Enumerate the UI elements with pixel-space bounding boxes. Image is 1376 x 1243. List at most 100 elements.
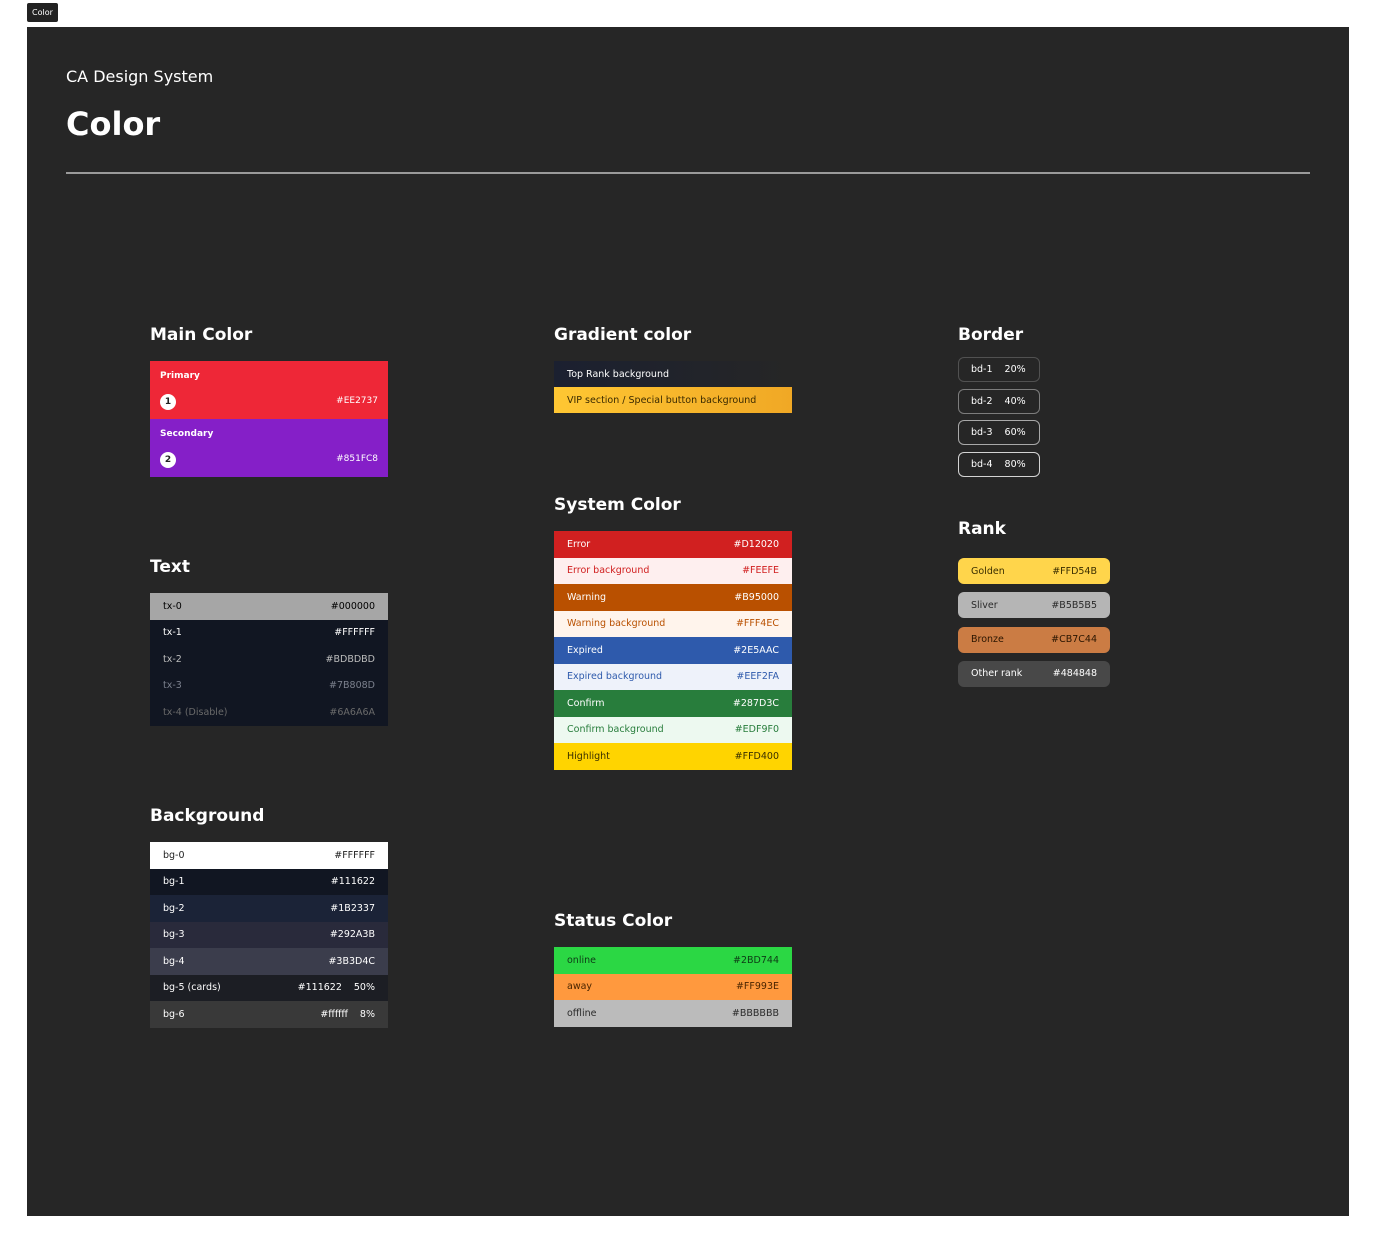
- gradient-row[interactable]: Top Rank background: [554, 361, 792, 387]
- color-name: tx-3: [163, 680, 182, 692]
- color-value: #2BD744: [733, 955, 779, 966]
- rank-swatch[interactable]: Golden #FFD54B: [958, 558, 1110, 584]
- background-color-row[interactable]: bg-4 #3B3D4C: [150, 948, 388, 975]
- frame-tag[interactable]: Color: [27, 3, 58, 22]
- background-color-row[interactable]: bg-5 (cards) #111622 50%: [150, 974, 388, 1001]
- text-color-row[interactable]: tx-4 (Disable) #6A6A6A: [150, 699, 388, 726]
- color-name: away: [567, 981, 593, 993]
- background-color-row[interactable]: bg-6 #ffffff 8%: [150, 1001, 388, 1028]
- status-color-row[interactable]: online #2BD744: [554, 947, 792, 974]
- swatch-hex: #851FC8: [336, 454, 378, 464]
- system-color-row[interactable]: Expired #2E5AAC: [554, 637, 792, 664]
- rank-swatch[interactable]: Bronze #CB7C44: [958, 626, 1110, 653]
- color-value: #BBBBBB: [732, 1008, 779, 1019]
- color-hex: #287D3C: [732, 697, 779, 709]
- status-color-row[interactable]: away #FF993E: [554, 973, 792, 1000]
- color-name: bg-6: [163, 1008, 185, 1020]
- color-hex: #ffffff: [320, 1008, 348, 1020]
- color-name: bg-2: [163, 902, 185, 914]
- system-color-row[interactable]: Warning #B95000: [554, 584, 792, 611]
- text-color-row[interactable]: tx-3 #7B808D: [150, 672, 388, 699]
- rank-swatch[interactable]: Sliver #B5B5B5: [958, 592, 1110, 619]
- color-name: Warning background: [567, 618, 666, 630]
- color-name: tx-2: [163, 653, 182, 665]
- text-color-row[interactable]: tx-0 #000000: [150, 593, 388, 620]
- background-color-row[interactable]: bg-0 #FFFFFF: [150, 842, 388, 869]
- color-hex: #EDF9F0: [734, 724, 779, 736]
- system-color-row[interactable]: Error background #FEEFE: [554, 557, 792, 584]
- border-swatch[interactable]: bd-1 20%: [958, 357, 1040, 382]
- color-hex: #3B3D4C: [328, 955, 375, 967]
- color-frame: CA Design System Color Main Color Primar…: [27, 27, 1349, 1216]
- gradient-row[interactable]: VIP section / Special button background: [554, 387, 792, 413]
- text-color-row[interactable]: tx-1 #FFFFFF: [150, 619, 388, 646]
- rank-name: Sliver: [971, 599, 998, 611]
- color-name: bg-5 (cards): [163, 982, 221, 994]
- color-name: tx-0: [163, 600, 182, 612]
- system-color-row[interactable]: Warning background #FFF4EC: [554, 610, 792, 637]
- color-hex: #FEEFE: [742, 565, 779, 577]
- border-name: bd-3: [971, 427, 993, 439]
- background-color-list: bg-0 #FFFFFF bg-1 #111622 bg-2 #1B2337 bg-3 #29…: [150, 842, 388, 1028]
- swatch-number-badge: 1: [160, 394, 176, 410]
- color-name: tx-4 (Disable): [163, 706, 228, 718]
- color-name: Error background: [567, 565, 650, 577]
- color-value: #EEF2FA: [736, 671, 779, 682]
- header-divider: [66, 172, 1310, 174]
- system-color-row[interactable]: Confirm #287D3C: [554, 690, 792, 717]
- main-color-swatch[interactable]: Secondary 2 #851FC8: [150, 419, 388, 477]
- border-swatch[interactable]: bd-4 80%: [958, 452, 1040, 478]
- rank-hex: #FFD54B: [1052, 565, 1097, 577]
- color-hex: #111622: [330, 876, 375, 888]
- rank-swatch[interactable]: Other rank #484848: [958, 660, 1110, 687]
- page-title: Color: [66, 105, 161, 143]
- color-opacity: 50%: [353, 982, 375, 994]
- system-color-row[interactable]: Error #D12020: [554, 531, 792, 558]
- rank-hex: #CB7C44: [1051, 634, 1097, 646]
- border-heading: Border: [958, 325, 1024, 345]
- swatch-label: Secondary: [160, 429, 214, 439]
- color-name: Highlight: [567, 750, 610, 762]
- color-name: offline: [567, 1007, 597, 1019]
- color-value: #FF993E: [736, 981, 779, 992]
- color-hex: #FFFFFF: [334, 627, 375, 639]
- color-hex: #D12020: [733, 538, 780, 550]
- system-color-row[interactable]: Confirm background #EDF9F0: [554, 716, 792, 743]
- text-color-row[interactable]: tx-2 #BDBDBD: [150, 646, 388, 673]
- border-name: bd-4: [971, 459, 993, 471]
- color-hex: #BDBDBD: [325, 653, 375, 665]
- color-name: Confirm background: [567, 724, 664, 736]
- color-value: #FFFFFF: [334, 627, 375, 638]
- color-name: online: [567, 954, 596, 966]
- border-swatch[interactable]: bd-3 60%: [958, 420, 1040, 446]
- color-value: #FEEFE: [742, 565, 779, 576]
- border-opacity: 60%: [1004, 427, 1026, 439]
- color-value: #FFFFFF: [334, 850, 375, 861]
- color-hex: #6A6A6A: [329, 706, 375, 718]
- rank-hex: #484848: [1052, 668, 1097, 680]
- color-hex: #FFF4EC: [735, 618, 779, 630]
- color-name: Confirm: [567, 697, 605, 709]
- status-color-row[interactable]: offline #BBBBBB: [554, 1000, 792, 1027]
- system-color-row[interactable]: Highlight #FFD400: [554, 743, 792, 770]
- color-hex: #000000: [330, 600, 375, 612]
- border-name: bd-1: [971, 364, 993, 375]
- color-hex: #B95000: [734, 591, 779, 603]
- color-value: #111622 50%: [298, 982, 375, 993]
- border-swatch[interactable]: bd-2 40%: [958, 388, 1040, 414]
- text-heading: Text: [150, 557, 190, 577]
- color-name: Expired: [567, 644, 603, 656]
- border-name: bd-2: [971, 395, 993, 407]
- color-hex: #2E5AAC: [733, 644, 779, 656]
- system-color-heading: System Color: [554, 495, 681, 515]
- gradient-heading: Gradient color: [554, 325, 692, 345]
- rank-name: Bronze: [971, 634, 1004, 646]
- background-color-row[interactable]: bg-3 #292A3B: [150, 921, 388, 948]
- color-value: #292A3B: [330, 929, 375, 940]
- border-opacity: 40%: [1004, 395, 1026, 407]
- color-name: tx-1: [163, 627, 182, 639]
- main-color-swatch[interactable]: Primary 1 #EE2737: [150, 361, 388, 419]
- background-color-row[interactable]: bg-2 #1B2337: [150, 895, 388, 922]
- system-color-row[interactable]: Expired background #EEF2FA: [554, 663, 792, 690]
- background-color-row[interactable]: bg-1 #111622: [150, 868, 388, 895]
